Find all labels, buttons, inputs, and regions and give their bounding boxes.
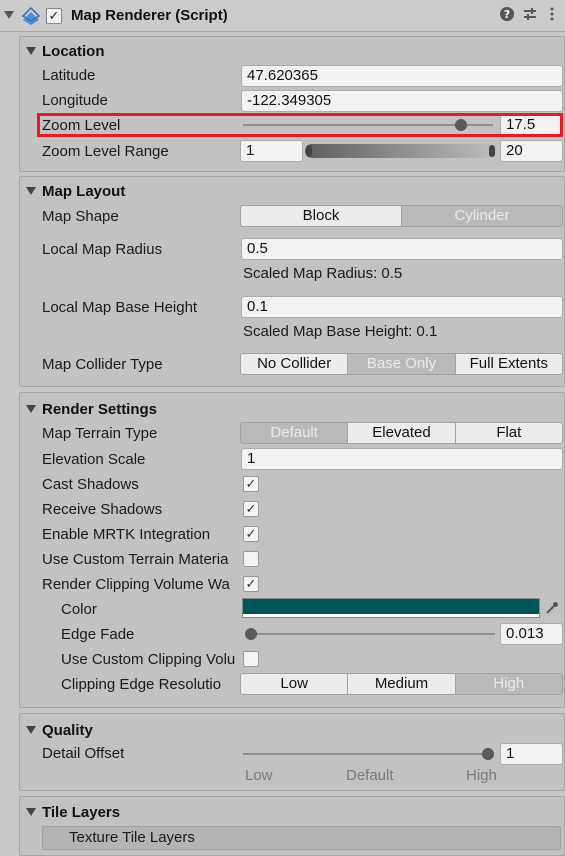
- clipping-volume-wall-label: Render Clipping Volume Wa: [42, 576, 230, 593]
- component-enabled-checkbox[interactable]: ✓: [46, 8, 62, 24]
- tile-layers-fold-icon[interactable]: [26, 808, 36, 816]
- longitude-label: Longitude: [42, 92, 108, 109]
- clipping-volume-wall-checkbox[interactable]: ✓: [243, 576, 259, 592]
- map-collider-type-label: Map Collider Type: [42, 356, 163, 373]
- zoom-range-max-handle[interactable]: [489, 145, 495, 157]
- edge-fade-field[interactable]: 0.013: [500, 623, 563, 645]
- render-settings-title: Render Settings: [42, 401, 158, 418]
- detail-tick-default: Default: [346, 767, 394, 784]
- map-terrain-type-label: Map Terrain Type: [42, 425, 158, 442]
- longitude-field[interactable]: -122.349305: [241, 90, 563, 112]
- collapse-arrow-icon[interactable]: [4, 11, 14, 19]
- map-shape-label: Map Shape: [42, 208, 119, 225]
- help-icon[interactable]: ?: [498, 6, 516, 24]
- elevation-scale-field[interactable]: 1: [241, 448, 563, 470]
- clipping-edge-resolution-toggle[interactable]: Low Medium High: [240, 673, 563, 695]
- custom-clipping-volume-label: Use Custom Clipping Volu: [61, 651, 236, 668]
- clipping-edge-resolution-label: Clipping Edge Resolutio: [61, 676, 222, 693]
- more-options-icon[interactable]: [543, 6, 561, 24]
- clipping-color-swatch[interactable]: [242, 598, 540, 618]
- location-title: Location: [42, 43, 105, 60]
- location-fold-icon[interactable]: [26, 47, 36, 55]
- cast-shadows-checkbox[interactable]: ✓: [243, 476, 259, 492]
- detail-offset-field[interactable]: 1: [500, 743, 563, 765]
- map-collider-type-toggle[interactable]: No Collider Base Only Full Extents: [240, 353, 563, 375]
- map-shape-toggle[interactable]: Block Cylinder: [240, 205, 563, 227]
- edge-fade-label: Edge Fade: [61, 626, 135, 643]
- scaled-map-base-height-text: Scaled Map Base Height: 0.1: [243, 323, 438, 340]
- quality-fold-icon[interactable]: [26, 726, 36, 734]
- resolution-low-option[interactable]: Low: [241, 674, 349, 694]
- detail-offset-slider-track[interactable]: [243, 753, 490, 755]
- render-settings-fold-icon[interactable]: [26, 405, 36, 413]
- detail-offset-slider-handle[interactable]: [482, 748, 494, 760]
- eyedropper-icon[interactable]: [544, 600, 560, 616]
- zoom-range-min-field[interactable]: 1: [240, 140, 303, 162]
- receive-shadows-checkbox[interactable]: ✓: [243, 501, 259, 517]
- local-map-base-height-label: Local Map Base Height: [42, 299, 198, 316]
- map-terrain-type-toggle[interactable]: Default Elevated Flat: [240, 422, 563, 444]
- terrain-elevated-option[interactable]: Elevated: [348, 423, 456, 443]
- edge-fade-slider-track[interactable]: [245, 633, 495, 635]
- script-icon: [21, 6, 41, 25]
- custom-terrain-material-label: Use Custom Terrain Materia: [42, 551, 229, 568]
- zoom-level-highlight: [37, 113, 563, 137]
- custom-terrain-material-checkbox[interactable]: [243, 551, 259, 567]
- map-layout-title: Map Layout: [42, 183, 126, 200]
- presets-icon[interactable]: [521, 6, 539, 24]
- quality-title: Quality: [42, 722, 93, 739]
- zoom-range-slider[interactable]: [305, 144, 496, 158]
- detail-tick-low: Low: [245, 767, 273, 784]
- resolution-high-option[interactable]: High: [455, 674, 562, 694]
- texture-tile-layers-header[interactable]: Texture Tile Layers: [42, 826, 561, 850]
- tile-layers-title: Tile Layers: [42, 804, 121, 821]
- mrtk-integration-label: Enable MRTK Integration: [42, 526, 211, 543]
- detail-offset-label: Detail Offset: [42, 745, 125, 762]
- color-label: Color: [61, 601, 97, 618]
- local-map-radius-label: Local Map Radius: [42, 241, 163, 258]
- zoom-range-min-handle[interactable]: [306, 145, 312, 157]
- zoom-range-max-field[interactable]: 20: [500, 140, 563, 162]
- collider-base-only-option[interactable]: Base Only: [348, 354, 456, 374]
- collider-no-collider-option[interactable]: No Collider: [241, 354, 349, 374]
- terrain-flat-option[interactable]: Flat: [455, 423, 562, 443]
- scaled-map-radius-text: Scaled Map Radius: 0.5: [243, 265, 403, 282]
- custom-clipping-volume-checkbox[interactable]: [243, 651, 259, 667]
- svg-text:?: ?: [504, 8, 510, 21]
- resolution-medium-option[interactable]: Medium: [348, 674, 456, 694]
- latitude-field[interactable]: 47.620365: [241, 65, 563, 87]
- local-map-radius-field[interactable]: 0.5: [241, 238, 563, 260]
- component-title: Map Renderer (Script): [71, 7, 228, 24]
- mrtk-integration-checkbox[interactable]: ✓: [243, 526, 259, 542]
- detail-tick-high: High: [466, 767, 497, 784]
- local-map-base-height-field[interactable]: 0.1: [241, 296, 563, 318]
- latitude-label: Latitude: [42, 67, 96, 84]
- zoom-range-label: Zoom Level Range: [42, 143, 169, 160]
- terrain-default-option[interactable]: Default: [241, 423, 349, 443]
- receive-shadows-label: Receive Shadows: [42, 501, 163, 518]
- map-shape-cylinder-option[interactable]: Cylinder: [402, 206, 562, 226]
- cast-shadows-label: Cast Shadows: [42, 476, 139, 493]
- collider-full-extents-option[interactable]: Full Extents: [455, 354, 562, 374]
- texture-tile-layers-label: Texture Tile Layers: [69, 829, 195, 846]
- map-layout-fold-icon[interactable]: [26, 187, 36, 195]
- map-shape-block-option[interactable]: Block: [241, 206, 402, 226]
- elevation-scale-label: Elevation Scale: [42, 451, 146, 468]
- edge-fade-slider-handle[interactable]: [245, 628, 257, 640]
- component-header: ✓ Map Renderer (Script) ?: [0, 0, 565, 32]
